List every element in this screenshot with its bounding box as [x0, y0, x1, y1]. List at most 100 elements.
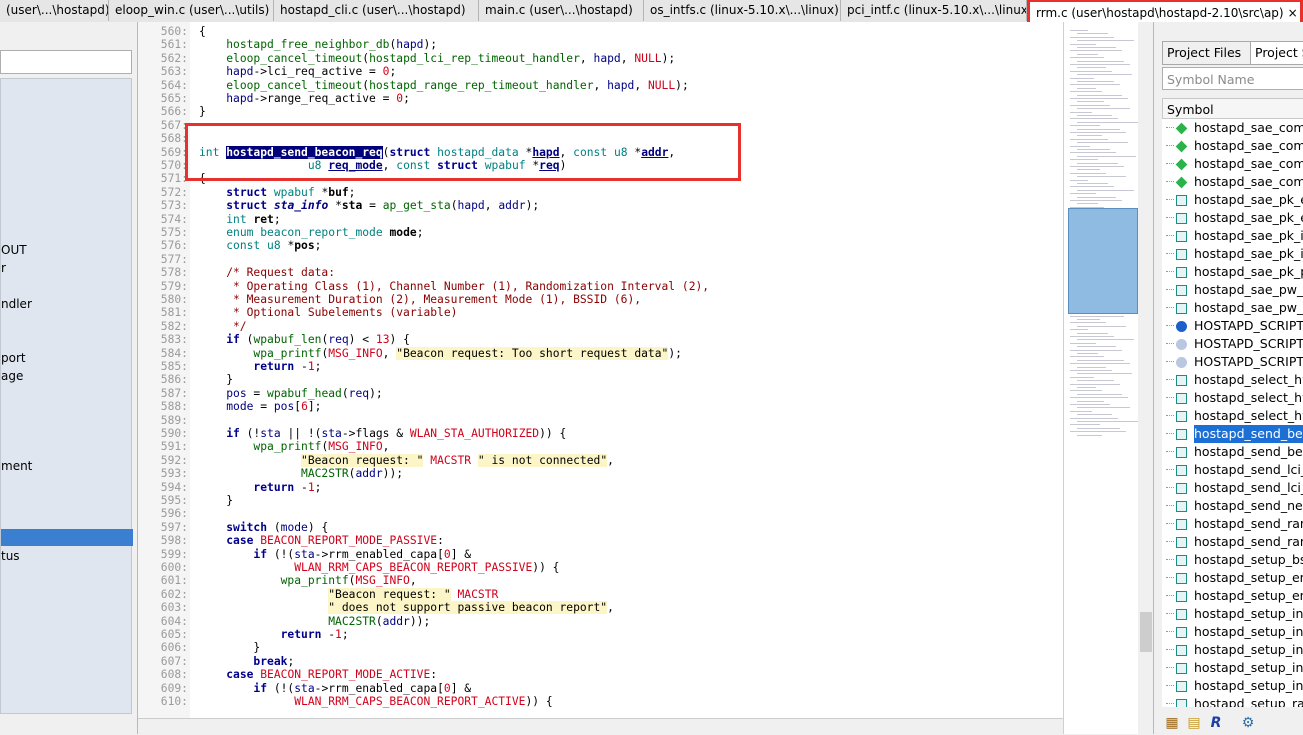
close-icon[interactable]: ×: [1288, 6, 1298, 20]
tree-connector: [1166, 433, 1174, 434]
symbol-item[interactable]: hostapd_sae_comm: [1162, 119, 1303, 137]
code-editor[interactable]: 560: {561: hostapd_free_neighbor_db(hapd)…: [138, 22, 1063, 718]
minimap-line: [1070, 70, 1112, 72]
list-item[interactable]: port: [1, 349, 26, 367]
minimap-viewport[interactable]: [1068, 208, 1138, 314]
left-search-input[interactable]: [0, 50, 132, 74]
tab-hostapd[interactable]: (user\...\hostapd): [0, 0, 109, 21]
selected-list-item[interactable]: [1, 529, 133, 546]
symbol-item[interactable]: hostapd_sae_pk_ex: [1162, 191, 1303, 209]
symbol-item[interactable]: hostapd_sae_pw_id: [1162, 299, 1303, 317]
line-code: hapd->range_req_active = 0;: [226, 92, 410, 105]
minimap-line: [1077, 319, 1100, 320]
tab-os-intfs[interactable]: os_intfs.c (linux-5.10.x\...\linux): [644, 0, 841, 21]
symbol-label: hostapd_sae_pw_id: [1194, 282, 1303, 297]
symbol-item[interactable]: hostapd_send_rang: [1162, 533, 1303, 551]
line-code: wpa_printf(MSG_INFO, "Beacon request: To…: [253, 346, 682, 360]
symbol-item[interactable]: hostapd_setup_enc: [1162, 587, 1303, 605]
line-number: 587:: [160, 386, 188, 400]
symbol-item[interactable]: hostapd_send_bea: [1162, 425, 1303, 443]
horizontal-scrollbar[interactable]: [138, 718, 1063, 735]
symbol-item[interactable]: hostapd_sae_pk_ex: [1162, 209, 1303, 227]
relation-icon[interactable]: R: [1208, 715, 1224, 731]
symbol-item[interactable]: hostapd_setup_inte: [1162, 623, 1303, 641]
symbol-item[interactable]: hostapd_setup_inte: [1162, 677, 1303, 695]
symbol-item[interactable]: hostapd_send_rang: [1162, 515, 1303, 533]
minimap-line: [1070, 159, 1098, 161]
symbol-label: hostapd_sae_pw_id: [1194, 300, 1303, 315]
list-item[interactable]: age: [1, 367, 23, 385]
symbol-item[interactable]: hostapd_select_hw: [1162, 407, 1303, 425]
tab-eloop-win[interactable]: eloop_win.c (user\...\utils): [109, 0, 274, 21]
line-code: wpa_printf(MSG_INFO,: [253, 440, 390, 454]
symbol-item[interactable]: hostapd_setup_inte: [1162, 605, 1303, 623]
symbol-item[interactable]: hostapd_sae_comm: [1162, 155, 1303, 173]
symbol-item[interactable]: hostapd_setup_inte: [1162, 659, 1303, 677]
symbol-item[interactable]: HOSTAPD_SCRIPT_: [1162, 335, 1303, 353]
symbol-item[interactable]: hostapd_select_hw: [1162, 371, 1303, 389]
list-item[interactable]: tus: [1, 547, 20, 565]
symbol-list[interactable]: hostapd_sae_comm hostapd_sae_comm hostapd_…: [1162, 119, 1303, 707]
symbol-item[interactable]: hostapd_send_bea: [1162, 443, 1303, 461]
line-number: 604:: [160, 614, 188, 628]
symbol-item[interactable]: hostapd_send_lci_r: [1162, 461, 1303, 479]
struct-icon: [1176, 591, 1187, 602]
line-code: return -1;: [253, 360, 322, 373]
symbol-name-input[interactable]: Symbol Name: [1162, 67, 1303, 90]
minimap-line: [1070, 132, 1126, 133]
line-code: enum beacon_report_mode mode;: [226, 226, 424, 239]
line-number: 600:: [160, 561, 188, 574]
symbol-item[interactable]: hostapd_setup_inte: [1162, 641, 1303, 659]
symbol-item[interactable]: hostapd_send_lci_r: [1162, 479, 1303, 497]
symbol-item[interactable]: hostapd_setup_rad: [1162, 695, 1303, 707]
symbol-column-header[interactable]: Symbol: [1162, 98, 1303, 119]
list-item[interactable]: r: [1, 259, 6, 277]
line-number: 605:: [160, 628, 188, 641]
tree-connector: [1166, 667, 1174, 668]
new-file-icon[interactable]: ▤: [1186, 715, 1202, 731]
code-minimap[interactable]: [1063, 22, 1154, 734]
tab-hostapd-cli[interactable]: hostapd_cli.c (user\...\hostapd): [274, 0, 479, 21]
tab-project-files[interactable]: Project Files: [1162, 41, 1258, 65]
struct-icon: [1176, 411, 1187, 422]
left-list[interactable]: OUT r ndler port age ment tus: [0, 78, 133, 714]
minimap-line: [1070, 104, 1110, 106]
symbol-item[interactable]: hostapd_sae_comm: [1162, 173, 1303, 191]
symbol-item[interactable]: HOSTAPD_SCRIPT_: [1162, 353, 1303, 371]
right-panel: Project Files Project S Symbol Name Symb…: [1153, 22, 1303, 734]
symbol-item[interactable]: hostapd_sae_pk_in: [1162, 227, 1303, 245]
line-number: 578:: [160, 266, 188, 280]
tab-project-symbols[interactable]: Project S: [1250, 41, 1303, 65]
symbol-window-icon[interactable]: ▦: [1164, 715, 1180, 731]
symbol-item[interactable]: hostapd_sae_comm: [1162, 137, 1303, 155]
diamond-icon: [1175, 122, 1188, 135]
tab-main[interactable]: main.c (user\...\hostapd): [479, 0, 644, 21]
symbol-item[interactable]: hostapd_select_hw: [1162, 389, 1303, 407]
symbol-item[interactable]: hostapd_setup_bss: [1162, 551, 1303, 569]
symbol-item[interactable]: hostapd_sae_pk_pa: [1162, 263, 1303, 281]
tree-connector: [1166, 487, 1174, 488]
symbol-item[interactable]: hostapd_sae_pk_in: [1162, 245, 1303, 263]
symbol-item[interactable]: hostapd_setup_enc: [1162, 569, 1303, 587]
diamond-icon: [1175, 158, 1188, 171]
list-item[interactable]: ndler: [1, 295, 32, 313]
struct-icon: [1176, 663, 1187, 674]
tree-connector: [1166, 361, 1174, 362]
minimap-line: [1070, 152, 1116, 154]
gear-icon[interactable]: ⚙: [1240, 715, 1256, 731]
symbol-item[interactable]: hostapd_send_nei_: [1162, 497, 1303, 515]
vertical-scrollbar[interactable]: [1138, 22, 1154, 734]
line-number: 575:: [160, 226, 188, 239]
scrollbar-thumb[interactable]: [1140, 612, 1152, 652]
symbol-item[interactable]: hostapd_sae_pw_id: [1162, 281, 1303, 299]
list-item[interactable]: OUT: [1, 241, 27, 259]
minimap-line: [1077, 162, 1118, 164]
line-code: mode = pos[6];: [226, 400, 322, 414]
line-number: 566:: [160, 105, 188, 119]
minimap-line: [1077, 380, 1114, 382]
tab-pci-intf[interactable]: pci_intf.c (linux-5.10.x\...\linux): [841, 0, 1027, 21]
symbol-item[interactable]: HOSTAPD_SCRIPT_: [1162, 317, 1303, 335]
list-item[interactable]: ment: [1, 457, 32, 475]
struct-icon: [1176, 645, 1187, 656]
tree-connector: [1166, 685, 1174, 686]
